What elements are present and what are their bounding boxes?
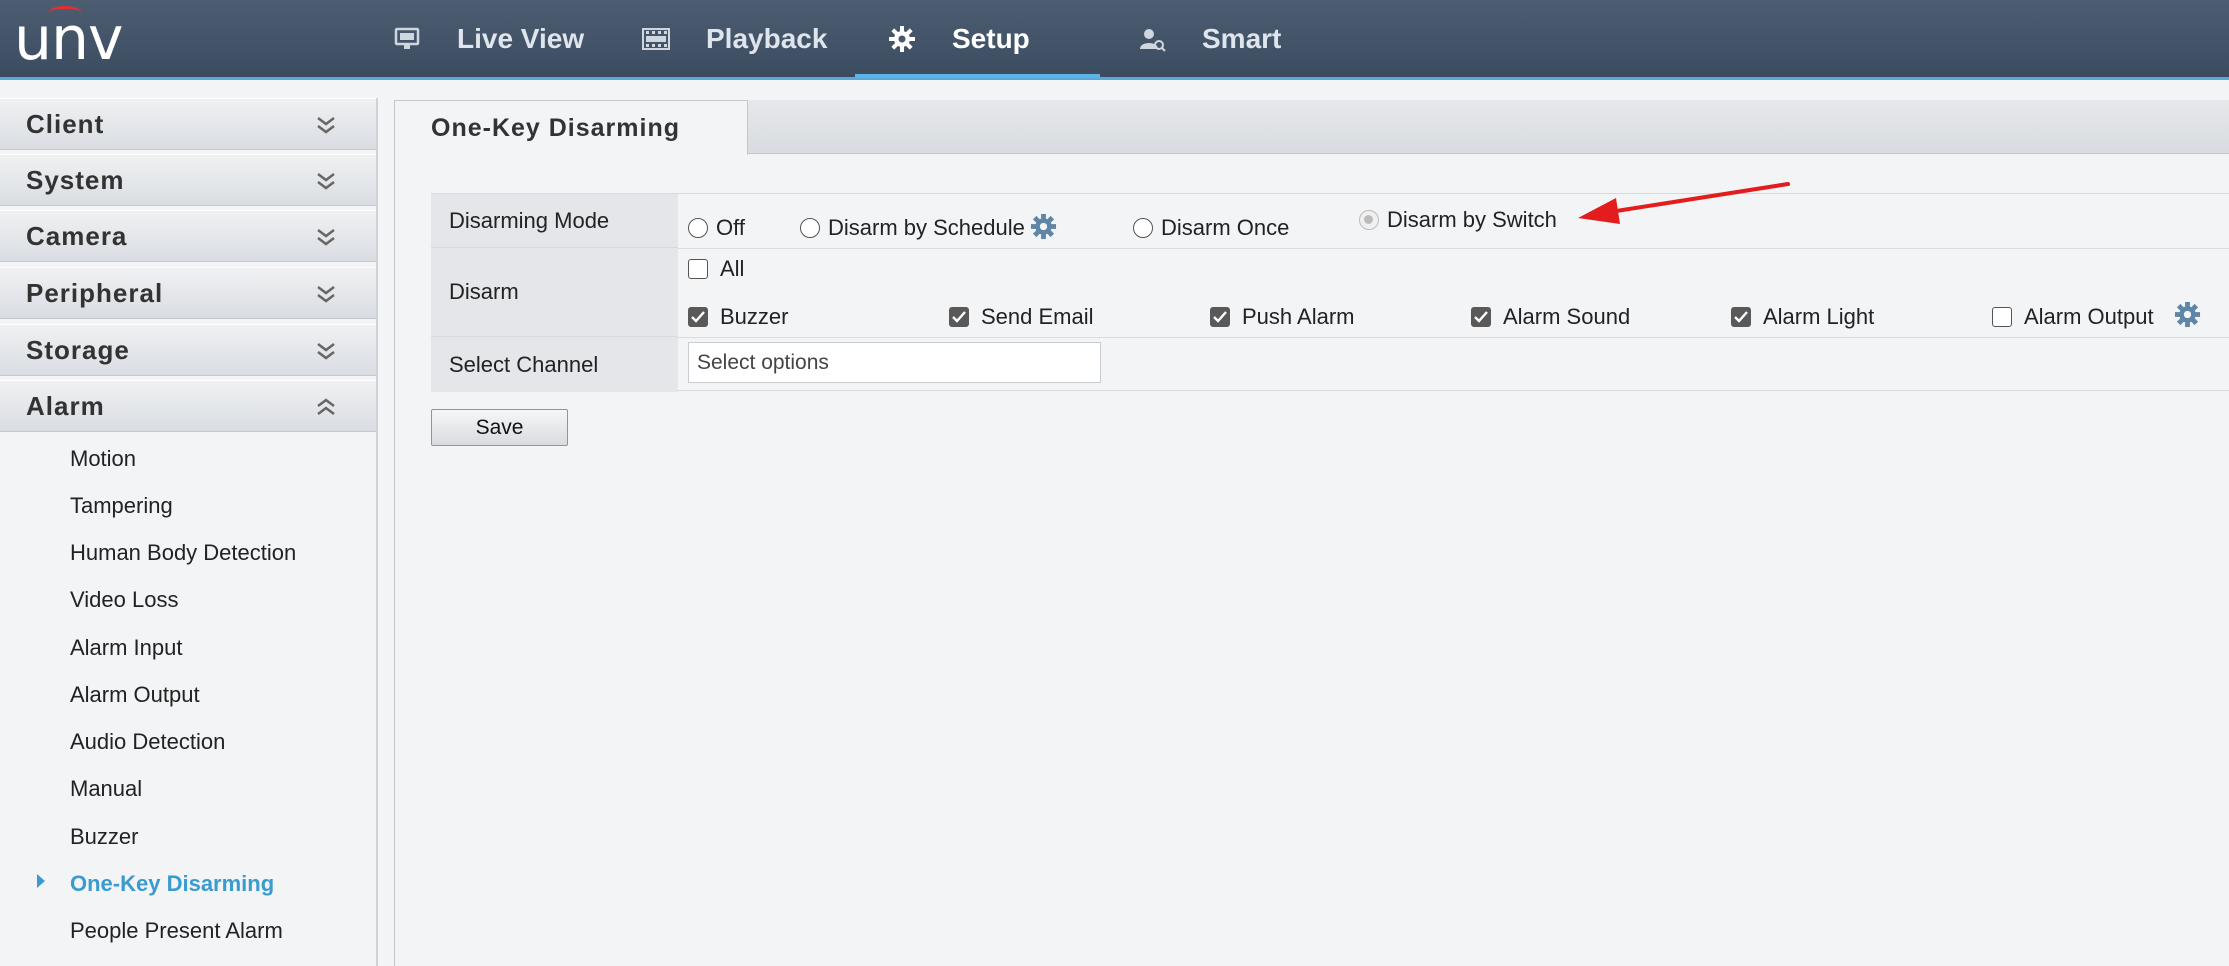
film-icon (642, 25, 670, 53)
nav-active-indicator (855, 74, 1100, 78)
sidebar-section-client[interactable]: Client (0, 98, 376, 150)
select-channel-dropdown[interactable]: Select options (688, 342, 1101, 383)
select-channel-label: Select Channel (431, 337, 678, 392)
checkbox-box[interactable] (688, 259, 708, 279)
radio-circle[interactable] (688, 218, 708, 238)
checkmark-icon[interactable] (949, 307, 969, 327)
nav-smart-label: Smart (1202, 22, 1282, 54)
sidebar-item-buzzer[interactable]: Buzzer (70, 824, 138, 850)
mode-option-label: Off (716, 215, 745, 240)
sidebar-item-tampering[interactable]: Tampering (70, 493, 173, 519)
tab-one-key-disarming[interactable]: One-Key Disarming (394, 100, 748, 155)
sidebar-item-manual[interactable]: Manual (70, 776, 142, 802)
disarm-all-checkbox[interactable]: All (688, 256, 744, 282)
chevron-double-down-icon (317, 343, 335, 360)
gear-icon (888, 25, 916, 53)
disarm-buzzer-checkbox[interactable]: Buzzer (688, 304, 788, 330)
sidebar-section-peripheral[interactable]: Peripheral (0, 267, 376, 319)
disarm-alarm-light-checkbox[interactable]: Alarm Light (1731, 304, 1874, 330)
checkbox-label: Alarm Output (2024, 304, 2154, 329)
save-button[interactable]: Save (431, 409, 568, 446)
sidebar-section-alarm[interactable]: Alarm (0, 380, 376, 432)
mode-radio-off[interactable]: Off (688, 215, 745, 241)
checkbox-label: Alarm Sound (1503, 304, 1631, 329)
nav-setup-label: Setup (952, 22, 1030, 54)
select-placeholder: Select options (697, 350, 829, 374)
sidebar-item-video-loss[interactable]: Video Loss (70, 587, 178, 613)
mode-option-label: Disarm by Switch (1387, 207, 1557, 232)
sidebar: Client System Camera Peripheral Storage … (0, 98, 378, 966)
sidebar-item-human-body-detection[interactable]: Human Body Detection (70, 540, 296, 566)
disarm-send-email-checkbox[interactable]: Send Email (949, 304, 1094, 330)
sidebar-section-label: Client (26, 108, 105, 139)
checkbox-label: Send Email (981, 304, 1094, 329)
chevron-double-down-icon (317, 117, 335, 134)
monitor-icon (393, 25, 421, 53)
checkmark-icon[interactable] (1210, 307, 1230, 327)
annotation-arrow-icon (1578, 182, 1790, 224)
nav-smart[interactable]: Smart (1138, 0, 1281, 77)
radio-circle-selected[interactable] (1359, 210, 1379, 230)
row-divider (678, 337, 2229, 338)
checkbox-label: Push Alarm (1242, 304, 1355, 329)
chevron-double-down-icon (317, 286, 335, 303)
sidebar-section-label: Camera (26, 220, 128, 251)
chevron-double-up-icon (317, 398, 335, 415)
sidebar-section-storage[interactable]: Storage (0, 324, 376, 376)
sidebar-item-one-key-disarming[interactable]: One-Key Disarming (70, 871, 274, 897)
sidebar-section-system[interactable]: System (0, 154, 376, 206)
tab-label: One-Key Disarming (431, 113, 681, 142)
schedule-settings-gear-icon[interactable] (1030, 213, 1057, 240)
nav-live-view-label: Live View (457, 22, 585, 54)
checkmark-icon[interactable] (1731, 307, 1751, 327)
disarm-alarm-sound-checkbox[interactable]: Alarm Sound (1471, 304, 1630, 330)
mode-radio-disarm-by-switch[interactable]: Disarm by Switch (1359, 207, 1557, 233)
sidebar-section-label: Storage (26, 334, 130, 365)
sidebar-section-label: Peripheral (26, 277, 164, 308)
mode-radio-disarm-by-schedule[interactable]: Disarm by Schedule (800, 215, 1025, 241)
checkbox-label: All (720, 256, 745, 281)
sidebar-item-motion[interactable]: Motion (70, 446, 136, 472)
checkmark-icon[interactable] (1471, 307, 1491, 327)
sidebar-item-alarm-input[interactable]: Alarm Input (70, 635, 183, 661)
row-divider (678, 248, 2229, 249)
checkbox-box[interactable] (1992, 307, 2012, 327)
nav-setup[interactable]: Setup (888, 0, 1030, 77)
disarming-mode-label: Disarming Mode (431, 194, 678, 248)
disarm-push-alarm-checkbox[interactable]: Push Alarm (1210, 304, 1355, 330)
mode-option-label: Disarm by Schedule (828, 215, 1025, 240)
sidebar-item-audio-detection[interactable]: Audio Detection (70, 729, 225, 755)
top-navigation-bar: unv Live View Playback Setup Smart (0, 0, 2229, 80)
nav-playback-label: Playback (706, 22, 828, 54)
disarm-alarm-output-checkbox[interactable]: Alarm Output (1992, 304, 2154, 330)
active-item-marker-icon (37, 874, 45, 888)
mode-option-label: Disarm Once (1161, 215, 1290, 240)
logo-arc (48, 6, 82, 20)
radio-circle[interactable] (800, 218, 820, 238)
nav-live-view[interactable]: Live View (393, 0, 584, 77)
sidebar-item-people-present-alarm[interactable]: People Present Alarm (70, 918, 283, 944)
person-search-icon (1138, 25, 1166, 53)
chevron-double-down-icon (317, 229, 335, 246)
checkbox-label: Buzzer (720, 304, 789, 329)
sidebar-item-alarm-output[interactable]: Alarm Output (70, 682, 200, 708)
radio-circle[interactable] (1133, 218, 1153, 238)
nav-playback[interactable]: Playback (642, 0, 827, 77)
sidebar-section-camera[interactable]: Camera (0, 210, 376, 262)
sidebar-section-label: Alarm (26, 390, 105, 421)
mode-radio-disarm-once[interactable]: Disarm Once (1133, 215, 1289, 241)
disarm-label: Disarm (431, 248, 678, 337)
checkmark-icon[interactable] (688, 307, 708, 327)
chevron-double-down-icon (317, 173, 335, 190)
sidebar-section-label: System (26, 164, 125, 195)
checkbox-label: Alarm Light (1763, 304, 1875, 329)
alarm-output-settings-gear-icon[interactable] (2174, 301, 2201, 328)
